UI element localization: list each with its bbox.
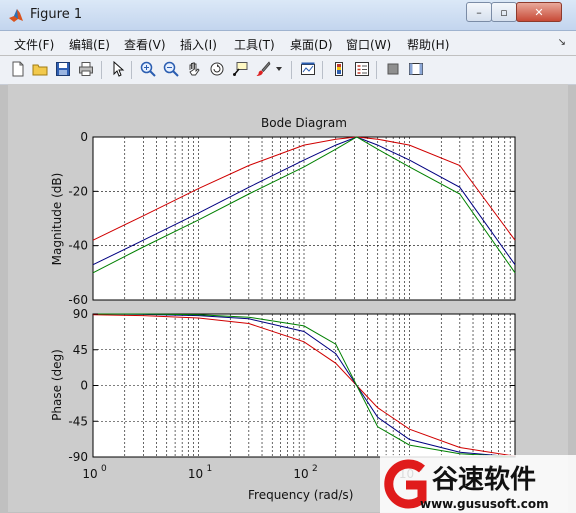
menubar-overflow-icon[interactable]: ↘: [558, 37, 566, 48]
toolbar-separator: [376, 61, 377, 79]
menu-file[interactable]: 文件(F): [14, 36, 54, 53]
y-tick-label: 90: [73, 307, 88, 321]
hand-icon: [189, 62, 200, 76]
insert-legend-button[interactable]: [353, 60, 371, 78]
y-tick-label: 0: [80, 130, 88, 144]
hide-plot-tools-icon: [387, 63, 399, 75]
brush-button[interactable]: [254, 60, 272, 78]
pointer-arrow-icon: [113, 61, 125, 77]
zoom-out-icon: [163, 61, 179, 77]
insert-colorbar-button[interactable]: [330, 60, 348, 78]
bode-plot[interactable]: 0-20-40-60 90450-45-90 100101102103: [8, 84, 568, 512]
data-cursor-icon: [233, 62, 248, 76]
y-tick-label: -20: [68, 184, 88, 198]
show-plot-tools-icon: [409, 63, 423, 75]
show-plot-tools-button[interactable]: [407, 60, 425, 78]
zoom-in-button[interactable]: [139, 60, 157, 78]
x-tick-exponent: 2: [312, 464, 318, 474]
menu-insert[interactable]: 插入(I): [180, 36, 217, 53]
watermark-brand: 谷速软件: [432, 465, 537, 495]
toolbar-separator: [131, 61, 132, 79]
zoom-in-icon: [140, 61, 156, 77]
menu-help[interactable]: 帮助(H): [407, 36, 449, 53]
toolbar: [0, 56, 576, 85]
link-plot-button[interactable]: [299, 60, 317, 78]
x-tick-exponent: 0: [101, 464, 107, 474]
dropdown-arrow-icon: [276, 67, 282, 71]
open-file-button[interactable]: [31, 60, 49, 78]
maximize-button[interactable]: ▫: [491, 2, 517, 22]
y-tick-label: -40: [68, 239, 88, 253]
menu-desktop[interactable]: 桌面(D): [290, 36, 333, 53]
select-button[interactable]: [109, 60, 127, 78]
y-tick-label: -60: [68, 293, 88, 307]
zoom-out-button[interactable]: [162, 60, 180, 78]
menu-bar: 文件(F) 编辑(E) 查看(V) 插入(I) 工具(T) 桌面(D) 窗口(W…: [0, 31, 576, 55]
rotate-3d-button[interactable]: [208, 60, 226, 78]
hide-plot-tools-button[interactable]: [384, 60, 402, 78]
colorbar-icon: [335, 62, 343, 76]
x-tick-exponent: 1: [207, 464, 213, 474]
link-plot-icon: [301, 62, 315, 75]
plot-title: Bode Diagram: [261, 116, 347, 130]
new-figure-button[interactable]: [9, 60, 27, 78]
minimize-button[interactable]: –: [466, 2, 492, 22]
data-cursor-button[interactable]: [231, 60, 249, 78]
save-icon: [56, 62, 70, 76]
watermark-url: www.gususoft.com: [420, 497, 549, 511]
y-tick-label: -45: [68, 414, 88, 428]
close-button[interactable]: ✕: [516, 2, 562, 22]
x-tick-label: 10: [293, 467, 308, 481]
x-tick-label: 10: [188, 467, 203, 481]
y-tick-label: 0: [80, 379, 88, 393]
toolbar-separator: [322, 61, 323, 79]
magnitude-axis-label: Magnitude (dB): [50, 172, 64, 266]
menu-tools[interactable]: 工具(T): [234, 36, 275, 53]
frequency-tick-labels: 100101102103: [82, 464, 423, 481]
menu-view[interactable]: 查看(V): [124, 36, 166, 53]
watermark: 谷速软件 www.gususoft.com: [380, 455, 576, 513]
menu-window[interactable]: 窗口(W): [346, 36, 391, 53]
figure-window: Figure 1 – ▫ ✕ 文件(F) 编辑(E) 查看(V) 插入(I) 工…: [0, 0, 576, 513]
brush-dropdown-button[interactable]: [274, 60, 284, 78]
y-tick-label: 45: [73, 343, 88, 357]
toolbar-separator: [291, 61, 292, 79]
phase-axis-label: Phase (deg): [50, 349, 64, 421]
menu-edit[interactable]: 编辑(E): [69, 36, 110, 53]
legend-icon: [355, 62, 369, 76]
window-title: Figure 1: [30, 7, 83, 22]
toolbar-separator: [101, 61, 102, 79]
new-file-icon: [12, 61, 24, 77]
pan-button[interactable]: [185, 60, 203, 78]
x-tick-label: 10: [82, 467, 97, 481]
frequency-axis-label: Frequency (rad/s): [248, 488, 354, 502]
rotate-3d-icon: [210, 62, 224, 76]
title-bar[interactable]: Figure 1 – ▫ ✕: [0, 0, 576, 31]
print-button[interactable]: [77, 60, 95, 78]
save-button[interactable]: [54, 60, 72, 78]
figure-canvas: 0-20-40-60 90450-45-90 100101102103 Bode…: [8, 84, 568, 512]
folder-icon: [32, 64, 48, 76]
matlab-logo-icon: [9, 9, 23, 22]
y-tick-label: -90: [68, 450, 88, 464]
brush-icon: [256, 61, 271, 76]
printer-icon: [79, 62, 93, 76]
